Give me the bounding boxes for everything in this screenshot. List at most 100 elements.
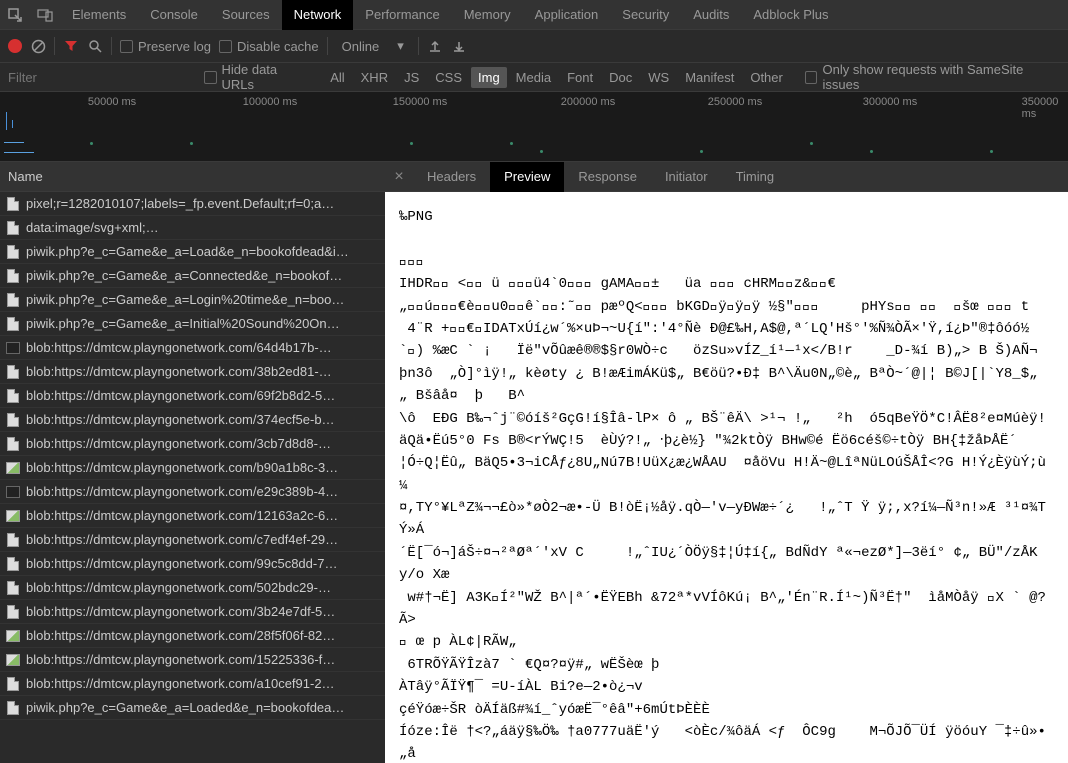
request-name: piwik.php?e_c=Game&e_a=Login%20time&e_n=…: [26, 292, 344, 307]
file-icon: [6, 317, 20, 331]
type-filter-doc[interactable]: Doc: [602, 67, 639, 88]
request-row[interactable]: blob:https://dmtcw.playngonetwork.com/3c…: [0, 432, 385, 456]
timeline-tick: 100000 ms: [243, 96, 297, 108]
timeline-tick: 150000 ms: [393, 96, 447, 108]
throttling-dropdown[interactable]: Online▾: [336, 38, 410, 54]
request-row[interactable]: blob:https://dmtcw.playngonetwork.com/50…: [0, 576, 385, 600]
request-row[interactable]: blob:https://dmtcw.playngonetwork.com/e2…: [0, 480, 385, 504]
request-name: blob:https://dmtcw.playngonetwork.com/50…: [26, 580, 331, 595]
close-icon[interactable]: ×: [385, 163, 413, 191]
file-icon: [6, 269, 20, 283]
request-name: blob:https://dmtcw.playngonetwork.com/64…: [26, 340, 332, 355]
request-name: blob:https://dmtcw.playngonetwork.com/c7…: [26, 532, 338, 547]
detail-tab-preview[interactable]: Preview: [490, 162, 564, 192]
request-row[interactable]: pixel;r=1282010107;labels=_fp.event.Defa…: [0, 192, 385, 216]
tab-audits[interactable]: Audits: [681, 0, 741, 30]
timeline-tick: 50000 ms: [88, 96, 136, 108]
type-filter-media[interactable]: Media: [509, 67, 558, 88]
request-row[interactable]: blob:https://dmtcw.playngonetwork.com/64…: [0, 336, 385, 360]
type-filter-font[interactable]: Font: [560, 67, 600, 88]
filter-icon[interactable]: [63, 38, 79, 54]
detail-tab-headers[interactable]: Headers: [413, 162, 490, 192]
samesite-checkbox[interactable]: Only show requests with SameSite issues: [805, 62, 1056, 92]
request-row[interactable]: piwik.php?e_c=Game&e_a=Login%20time&e_n=…: [0, 288, 385, 312]
request-name: blob:https://dmtcw.playngonetwork.com/28…: [26, 628, 335, 643]
detail-tab-timing[interactable]: Timing: [722, 162, 789, 192]
search-icon[interactable]: [87, 38, 103, 54]
name-column-header[interactable]: Name: [0, 162, 385, 192]
request-name: blob:https://dmtcw.playngonetwork.com/a1…: [26, 676, 335, 691]
request-name: piwik.php?e_c=Game&e_a=Loaded&e_n=bookof…: [26, 700, 344, 715]
request-row[interactable]: blob:https://dmtcw.playngonetwork.com/28…: [0, 624, 385, 648]
preserve-log-checkbox[interactable]: Preserve log: [120, 39, 211, 54]
request-name: blob:https://dmtcw.playngonetwork.com/3b…: [26, 604, 335, 619]
tab-network[interactable]: Network: [282, 0, 354, 30]
request-row[interactable]: blob:https://dmtcw.playngonetwork.com/69…: [0, 384, 385, 408]
request-row[interactable]: blob:https://dmtcw.playngonetwork.com/99…: [0, 552, 385, 576]
request-row[interactable]: piwik.php?e_c=Game&e_a=Connected&e_n=boo…: [0, 264, 385, 288]
tab-adblock-plus[interactable]: Adblock Plus: [741, 0, 840, 30]
request-row[interactable]: piwik.php?e_c=Game&e_a=Initial%20Sound%2…: [0, 312, 385, 336]
inspect-icon[interactable]: [0, 0, 30, 30]
type-filter-manifest[interactable]: Manifest: [678, 67, 741, 88]
tab-elements[interactable]: Elements: [60, 0, 138, 30]
preview-content: ‰PNG     IHDR   <   ü    ü4`0    gAMA  ±…: [385, 192, 1068, 763]
chevron-down-icon: ▾: [397, 38, 404, 54]
disable-cache-checkbox[interactable]: Disable cache: [219, 39, 319, 54]
request-name: blob:https://dmtcw.playngonetwork.com/69…: [26, 388, 335, 403]
request-row[interactable]: blob:https://dmtcw.playngonetwork.com/c7…: [0, 528, 385, 552]
tab-application[interactable]: Application: [523, 0, 611, 30]
detail-tab-initiator[interactable]: Initiator: [651, 162, 722, 192]
file-icon: [6, 677, 20, 691]
request-name: data:image/svg+xml;…: [26, 220, 159, 235]
file-icon: [6, 221, 20, 235]
timeline-overview[interactable]: 50000 ms100000 ms150000 ms200000 ms25000…: [0, 92, 1068, 162]
request-row[interactable]: blob:https://dmtcw.playngonetwork.com/15…: [0, 648, 385, 672]
request-row[interactable]: blob:https://dmtcw.playngonetwork.com/37…: [0, 408, 385, 432]
tab-memory[interactable]: Memory: [452, 0, 523, 30]
request-row[interactable]: blob:https://dmtcw.playngonetwork.com/a1…: [0, 672, 385, 696]
tab-performance[interactable]: Performance: [353, 0, 451, 30]
detail-tab-response[interactable]: Response: [564, 162, 651, 192]
type-filter-img[interactable]: Img: [471, 67, 507, 88]
file-icon: [6, 485, 20, 499]
hide-data-urls-checkbox[interactable]: Hide data URLs: [204, 62, 310, 92]
download-har-icon[interactable]: [451, 38, 467, 54]
timeline-tick: 350000 ms: [1022, 96, 1059, 120]
file-icon: [6, 245, 20, 259]
file-icon: [6, 365, 20, 379]
request-row[interactable]: piwik.php?e_c=Game&e_a=Load&e_n=bookofde…: [0, 240, 385, 264]
file-icon: [6, 581, 20, 595]
filter-input[interactable]: [0, 63, 204, 91]
type-filter-xhr[interactable]: XHR: [354, 67, 395, 88]
request-list-panel: Name pixel;r=1282010107;labels=_fp.event…: [0, 162, 385, 763]
request-row[interactable]: blob:https://dmtcw.playngonetwork.com/12…: [0, 504, 385, 528]
tab-console[interactable]: Console: [138, 0, 210, 30]
type-filter-other[interactable]: Other: [743, 67, 790, 88]
request-row[interactable]: blob:https://dmtcw.playngonetwork.com/b9…: [0, 456, 385, 480]
request-row[interactable]: data:image/svg+xml;…: [0, 216, 385, 240]
type-filter-js[interactable]: JS: [397, 67, 426, 88]
filter-row: Hide data URLs AllXHRJSCSSImgMediaFontDo…: [0, 62, 1068, 92]
file-icon: [6, 293, 20, 307]
request-row[interactable]: piwik.php?e_c=Game&e_a=Loaded&e_n=bookof…: [0, 696, 385, 720]
file-icon: [6, 389, 20, 403]
request-name: piwik.php?e_c=Game&e_a=Connected&e_n=boo…: [26, 268, 342, 283]
upload-har-icon[interactable]: [427, 38, 443, 54]
request-name: blob:https://dmtcw.playngonetwork.com/15…: [26, 652, 335, 667]
type-filter-css[interactable]: CSS: [428, 67, 469, 88]
type-filter-ws[interactable]: WS: [641, 67, 676, 88]
timeline-tick: 300000 ms: [863, 96, 917, 108]
record-button[interactable]: [8, 39, 22, 53]
device-toggle-icon[interactable]: [30, 0, 60, 30]
type-filter-all[interactable]: All: [323, 67, 351, 88]
clear-button[interactable]: [30, 38, 46, 54]
request-name: blob:https://dmtcw.playngonetwork.com/37…: [26, 412, 335, 427]
tab-security[interactable]: Security: [610, 0, 681, 30]
request-name: blob:https://dmtcw.playngonetwork.com/99…: [26, 556, 337, 571]
request-row[interactable]: blob:https://dmtcw.playngonetwork.com/38…: [0, 360, 385, 384]
request-row[interactable]: blob:https://dmtcw.playngonetwork.com/3b…: [0, 600, 385, 624]
timeline-tick: 200000 ms: [561, 96, 615, 108]
file-icon: [6, 509, 20, 523]
tab-sources[interactable]: Sources: [210, 0, 282, 30]
